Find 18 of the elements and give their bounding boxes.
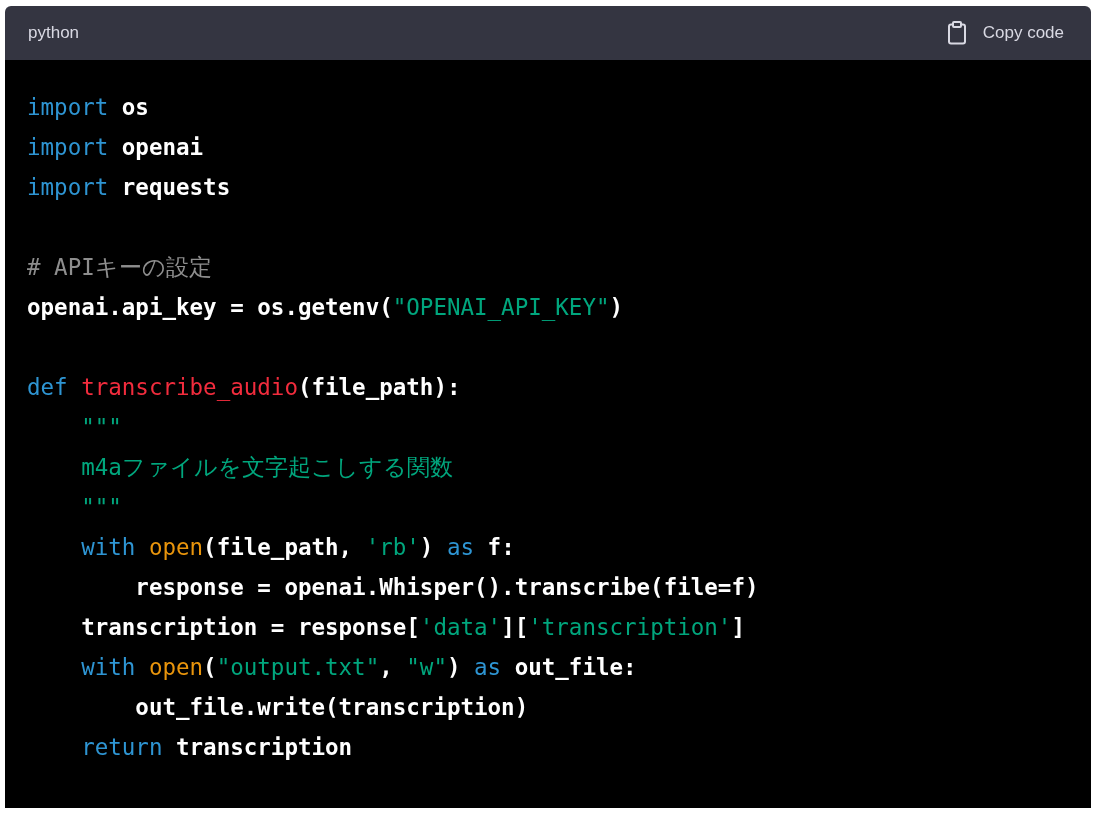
code-line: """ [80, 414, 122, 440]
code-line: transcription = response['data']['transcription'] [80, 614, 745, 640]
code-line: import openai [27, 134, 204, 160]
code-line: response = openai.Whisper().transcribe(file=f) [134, 574, 759, 600]
code-line: import requests [27, 174, 231, 200]
code-line: out_file.write(transcription) [134, 694, 529, 720]
copy-code-button[interactable]: Copy code [946, 21, 1064, 45]
code-line: with open("output.txt", "w") as out_file: [80, 654, 637, 680]
code-line: """ [80, 494, 122, 520]
code-line: with open(file_path, 'rb') as f: [80, 534, 515, 560]
code-line: openai.api_key = os.getenv("OPENAI_API_KEY") [27, 294, 624, 320]
language-label: python [28, 23, 80, 43]
code-comment: # APIキーの設定 [27, 254, 212, 280]
code-line: return transcription [80, 734, 353, 760]
clipboard-icon [946, 21, 967, 45]
code-line: import os [27, 94, 149, 120]
code-line: m4aファイルを文字起こしする関数 [80, 454, 453, 480]
code-line: def transcribe_audio(file_path): [27, 374, 461, 400]
